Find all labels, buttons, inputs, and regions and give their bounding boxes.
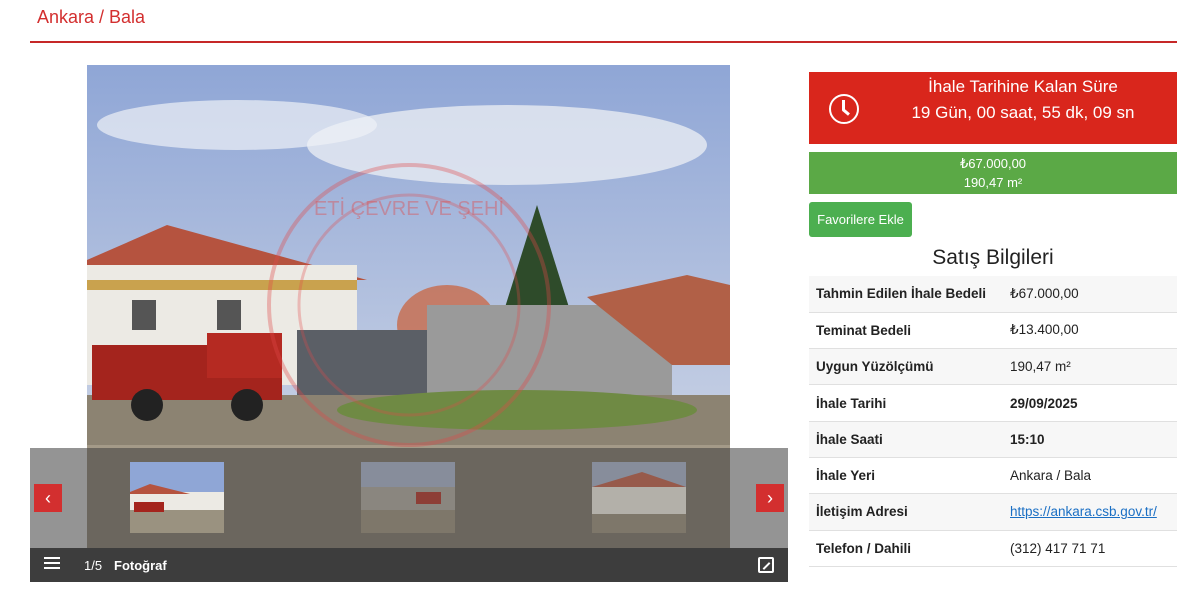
table-row: Uygun Yüzölçümü 190,47 m² xyxy=(809,348,1177,386)
add-favorite-button[interactable]: Favorilere Ekle xyxy=(809,202,912,237)
row-label: Teminat Bedeli xyxy=(809,312,1003,350)
row-value: 29/09/2025 xyxy=(1003,384,1177,422)
row-label: İhale Tarihi xyxy=(809,384,1003,422)
table-row: Telefon / Dahili (312) 417 71 71 xyxy=(809,530,1177,567)
thumbnail-1[interactable] xyxy=(130,462,224,533)
row-value: (312) 417 71 71 xyxy=(1003,530,1177,567)
price-box: ₺67.000,00 190,47 m² xyxy=(809,152,1177,194)
prev-arrow-button[interactable]: ‹ xyxy=(34,484,62,512)
row-label: İletişim Adresi xyxy=(809,493,1003,531)
row-value: ₺13.400,00 xyxy=(1003,312,1177,350)
clock-icon xyxy=(829,94,859,124)
price-area: 190,47 m² xyxy=(963,175,1023,190)
photo-caption: Fotoğraf xyxy=(114,558,167,573)
next-arrow-button[interactable]: › xyxy=(756,484,784,512)
gallery-toolbar: 1/5 Fotoğraf xyxy=(30,548,788,582)
price-amount: ₺67.000,00 xyxy=(959,156,1027,171)
row-value: https://ankara.csb.gov.tr/ xyxy=(1003,493,1177,531)
photo-gallery: ETİ ÇEVRE VE ŞEHİ ‹ › 1/5 Fotoğraf xyxy=(30,48,788,582)
row-label: İhale Yeri xyxy=(809,457,1003,495)
countdown-value: 19 Gün, 00 saat, 55 dk, 09 sn xyxy=(911,103,1135,122)
page-header: Ankara / Bala xyxy=(30,0,1177,43)
photo-counter: 1/5 xyxy=(84,558,103,573)
page-title: Ankara / Bala xyxy=(37,7,146,27)
thumbnail-3[interactable] xyxy=(592,462,686,533)
list-icon[interactable] xyxy=(44,557,60,571)
row-label: Tahmin Edilen İhale Bedeli xyxy=(809,276,1003,313)
table-row: Teminat Bedeli ₺13.400,00 xyxy=(809,312,1177,350)
contact-link[interactable]: https://ankara.csb.gov.tr/ xyxy=(1010,504,1157,519)
sales-info-title: Satış Bilgileri xyxy=(932,246,1054,269)
table-row: İhale Yeri Ankara / Bala xyxy=(809,457,1177,495)
row-value: ₺67.000,00 xyxy=(1003,276,1177,313)
fullscreen-icon[interactable] xyxy=(758,557,774,573)
thumbnail-strip: ‹ › xyxy=(30,448,788,548)
thumbnail-2[interactable] xyxy=(361,462,455,533)
table-row: İhale Tarihi 29/09/2025 xyxy=(809,384,1177,422)
countdown-box: İhale Tarihine Kalan Süre 19 Gün, 00 saa… xyxy=(809,72,1177,144)
row-value: Ankara / Bala xyxy=(1003,457,1177,495)
row-label: Uygun Yüzölçümü xyxy=(809,348,1003,386)
row-label: İhale Saati xyxy=(809,421,1003,458)
svg-text:ETİ ÇEVRE VE ŞEHİ: ETİ ÇEVRE VE ŞEHİ xyxy=(314,197,504,220)
row-value: 190,47 m² xyxy=(1003,348,1177,386)
table-row: İletişim Adresi https://ankara.csb.gov.t… xyxy=(809,493,1177,531)
table-row: Tahmin Edilen İhale Bedeli ₺67.000,00 xyxy=(809,276,1177,313)
table-row: İhale Saati 15:10 xyxy=(809,421,1177,458)
row-value: 15:10 xyxy=(1003,421,1177,458)
sales-info-table: Tahmin Edilen İhale Bedeli ₺67.000,00 Te… xyxy=(809,276,1177,567)
row-label: Telefon / Dahili xyxy=(809,530,1003,567)
countdown-title: İhale Tarihine Kalan Süre xyxy=(928,77,1118,96)
